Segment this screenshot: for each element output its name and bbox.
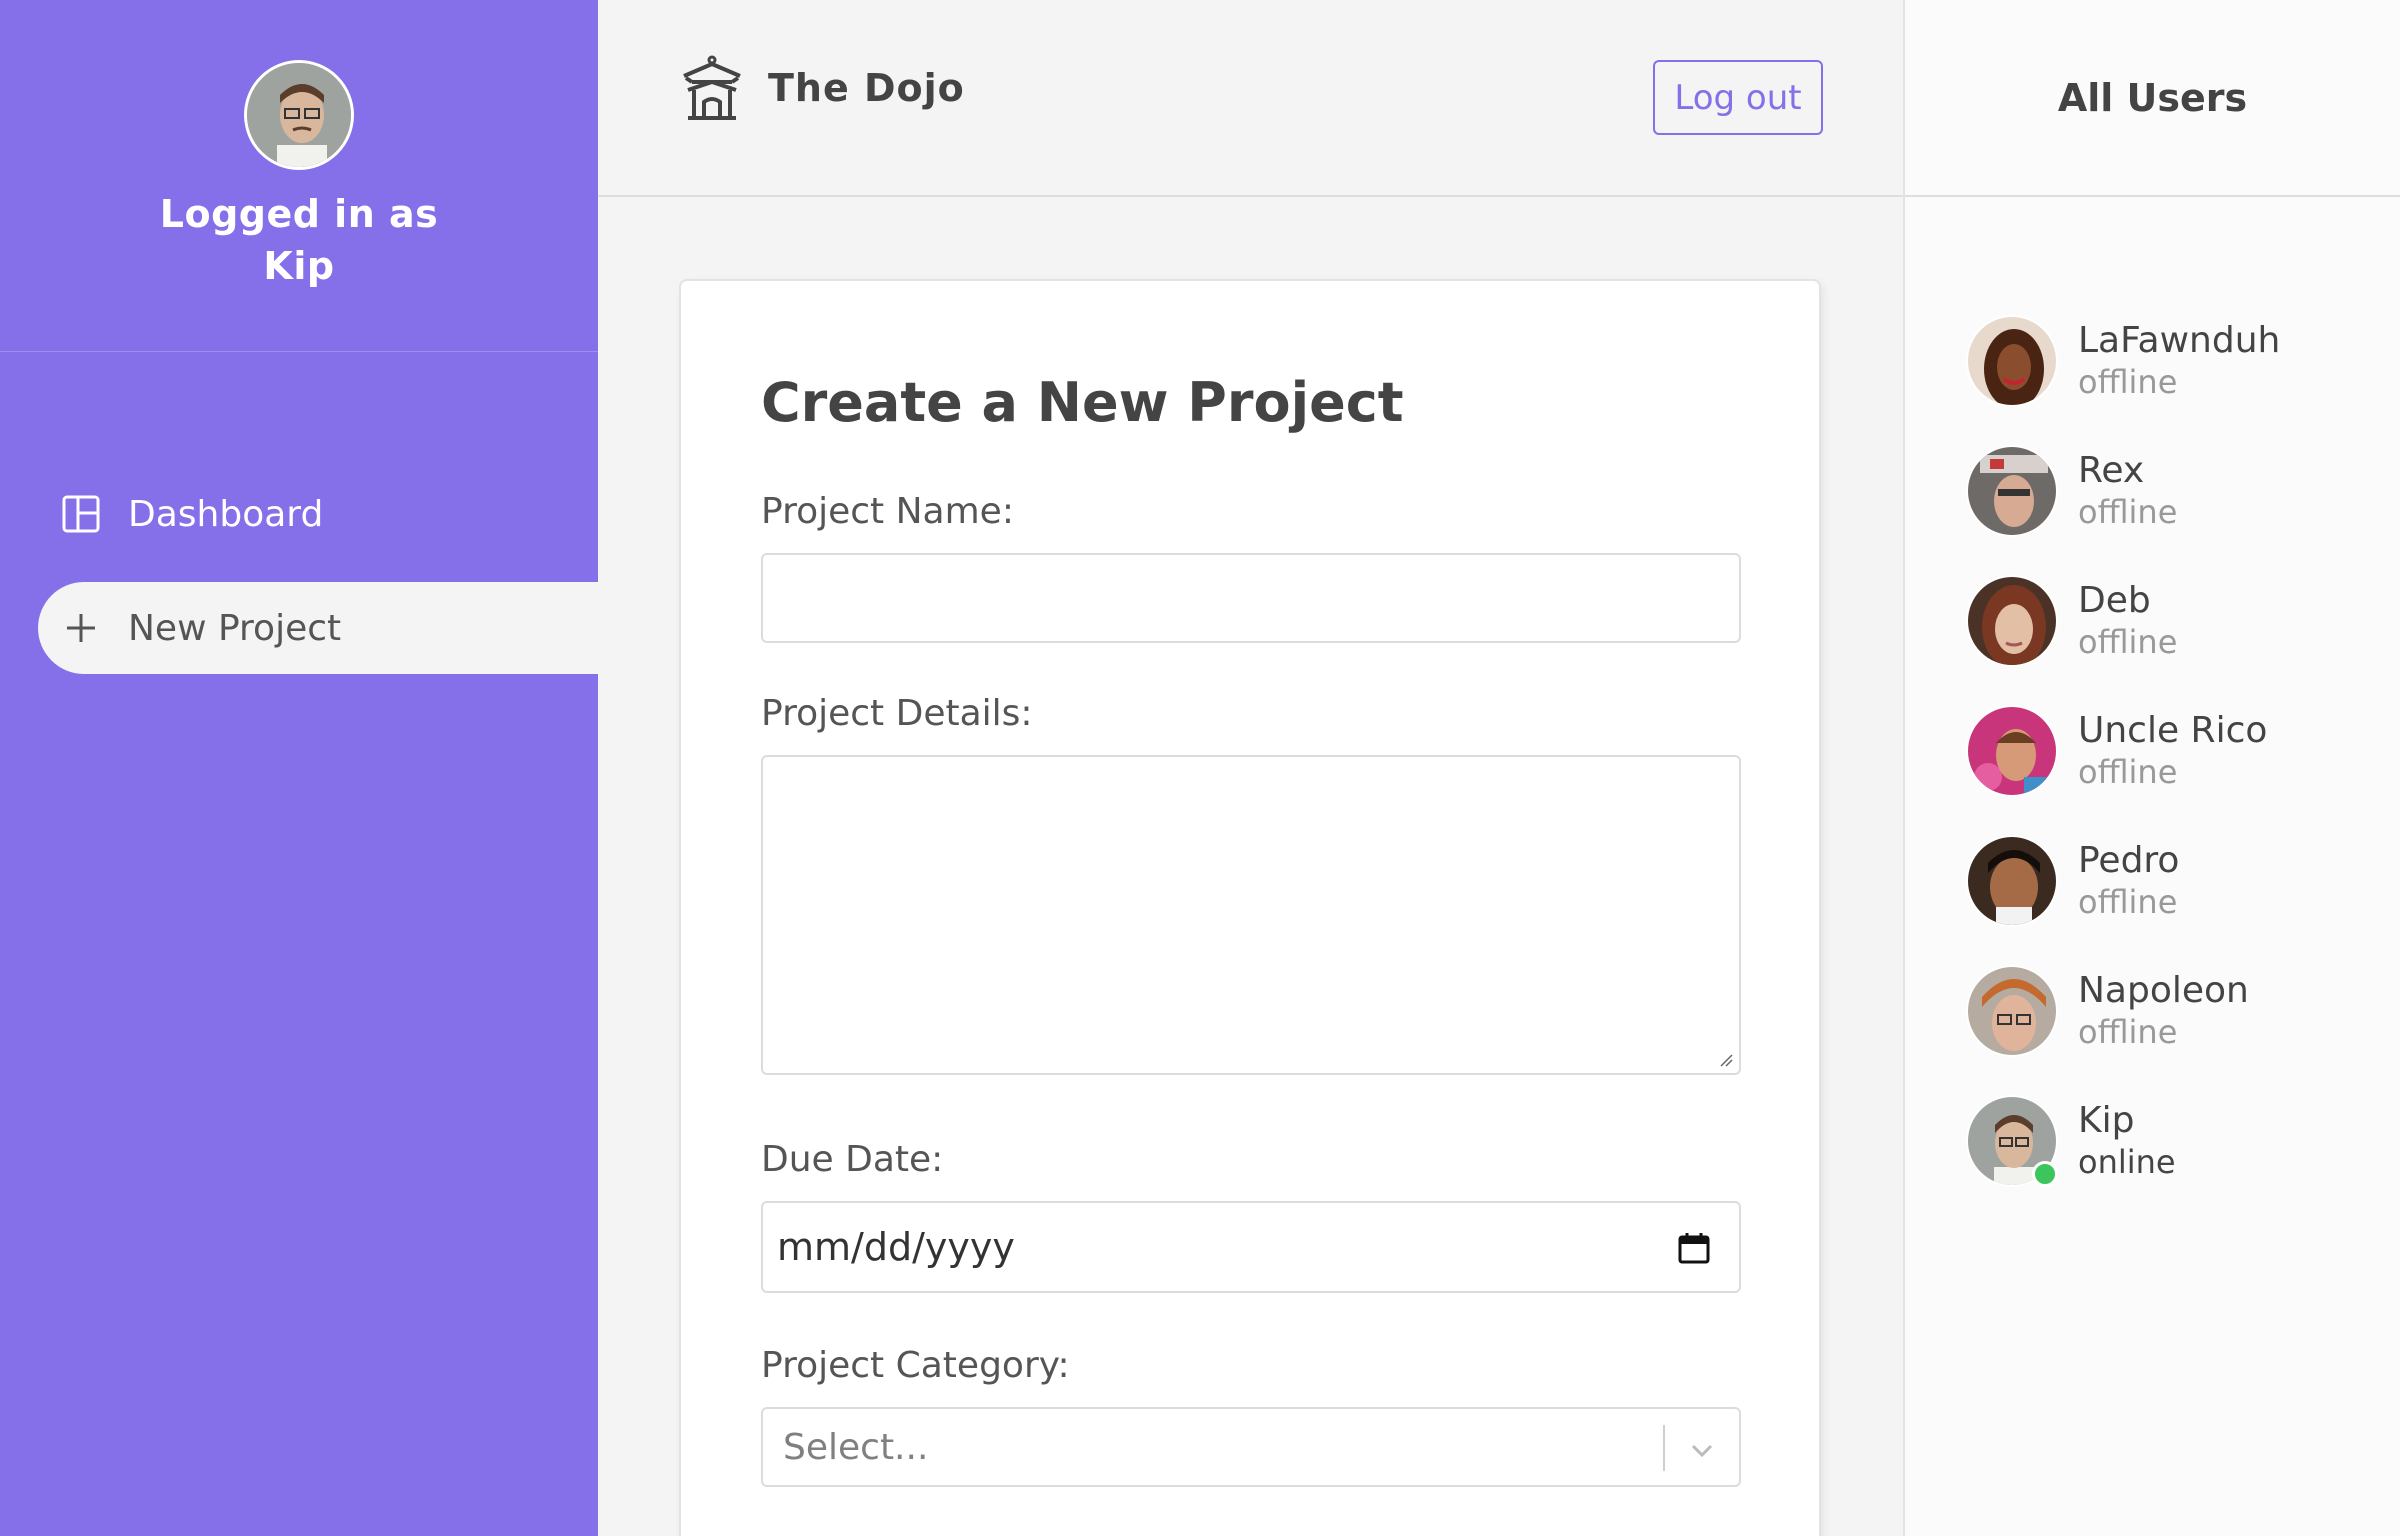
list-item: Pedro offline [1966, 816, 2280, 946]
dashboard-icon [62, 495, 100, 533]
create-project-form: Create a New Project Project Name: Proje… [679, 279, 1821, 1536]
calendar-icon[interactable] [1677, 1231, 1711, 1265]
user-status: offline [2078, 1013, 2178, 1051]
list-item: Kip online [1966, 1076, 2280, 1206]
users-heading: All Users [1905, 0, 2400, 197]
select-divider [1663, 1425, 1665, 1471]
temple-icon [683, 55, 741, 120]
project-details-label: Project Details: [761, 693, 1033, 734]
user-status: offline [2078, 623, 2178, 661]
user-name: Uncle Rico [2078, 710, 2268, 751]
user-status: offline [2078, 753, 2178, 791]
user-status: offline [2078, 883, 2178, 921]
avatar [1966, 315, 2058, 407]
page-title: Create a New Project [761, 371, 1404, 434]
logout-button[interactable]: Log out [1653, 60, 1823, 135]
due-date-label: Due Date: [761, 1139, 944, 1180]
project-category-label: Project Category: [761, 1345, 1070, 1386]
user-name: Deb [2078, 580, 2151, 621]
chevron-down-icon[interactable] [1687, 1435, 1717, 1465]
logged-in-label: Logged in as Kip [159, 192, 439, 288]
online-indicator [2032, 1161, 2058, 1187]
avatar [1966, 445, 2058, 537]
resize-handle-icon[interactable] [1717, 1051, 1733, 1067]
brand-logo: The Dojo [678, 54, 965, 122]
user-name: Napoleon [2078, 970, 2249, 1011]
user-name: Pedro [2078, 840, 2180, 881]
project-category-select[interactable]: Select... [761, 1407, 1741, 1487]
user-name: Kip [2078, 1100, 2135, 1141]
due-date-input[interactable]: mm/dd/yyyy [761, 1201, 1741, 1293]
app-root: Logged in as Kip Dashboard New Project T… [0, 0, 2400, 1536]
list-item: Rex offline [1966, 426, 2280, 556]
plus-icon [62, 609, 100, 647]
list-item: Napoleon offline [1966, 946, 2280, 1076]
avatar [1966, 835, 2058, 927]
user-status: offline [2078, 493, 2178, 531]
sidebar-item-new-project[interactable]: New Project [38, 582, 598, 674]
avatar [1966, 575, 2058, 667]
sidebar-nav: Dashboard New Project [0, 468, 598, 674]
project-details-textarea[interactable] [761, 755, 1741, 1075]
top-navbar: The Dojo Log out [598, 0, 1903, 197]
project-name-label: Project Name: [761, 491, 1014, 532]
sidebar-item-dashboard[interactable]: Dashboard [38, 468, 598, 560]
category-placeholder: Select... [783, 1427, 929, 1468]
sidebar-item-label: New Project [128, 607, 342, 649]
avatar [1966, 1095, 2058, 1187]
avatar [1966, 965, 2058, 1057]
avatar [244, 60, 354, 170]
avatar [1966, 705, 2058, 797]
list-item: Deb offline [1966, 556, 2280, 686]
project-name-input[interactable] [761, 553, 1741, 643]
sidebar: Logged in as Kip Dashboard New Project [0, 0, 598, 1536]
users-panel: All Users LaFawnduh offline Rex offline [1903, 0, 2400, 1536]
user-list: LaFawnduh offline Rex offline Deb offlin… [1966, 296, 2280, 1206]
user-name: LaFawnduh [2078, 320, 2281, 361]
user-name: Rex [2078, 450, 2145, 491]
user-status: offline [2078, 363, 2178, 401]
list-item: Uncle Rico offline [1966, 686, 2280, 816]
sidebar-item-label: Dashboard [128, 493, 324, 535]
list-item: LaFawnduh offline [1966, 296, 2280, 426]
brand-name: The Dojo [768, 66, 965, 110]
user-status: online [2078, 1143, 2176, 1181]
due-date-placeholder: mm/dd/yyyy [777, 1225, 1015, 1269]
current-user-panel: Logged in as Kip [0, 0, 598, 352]
